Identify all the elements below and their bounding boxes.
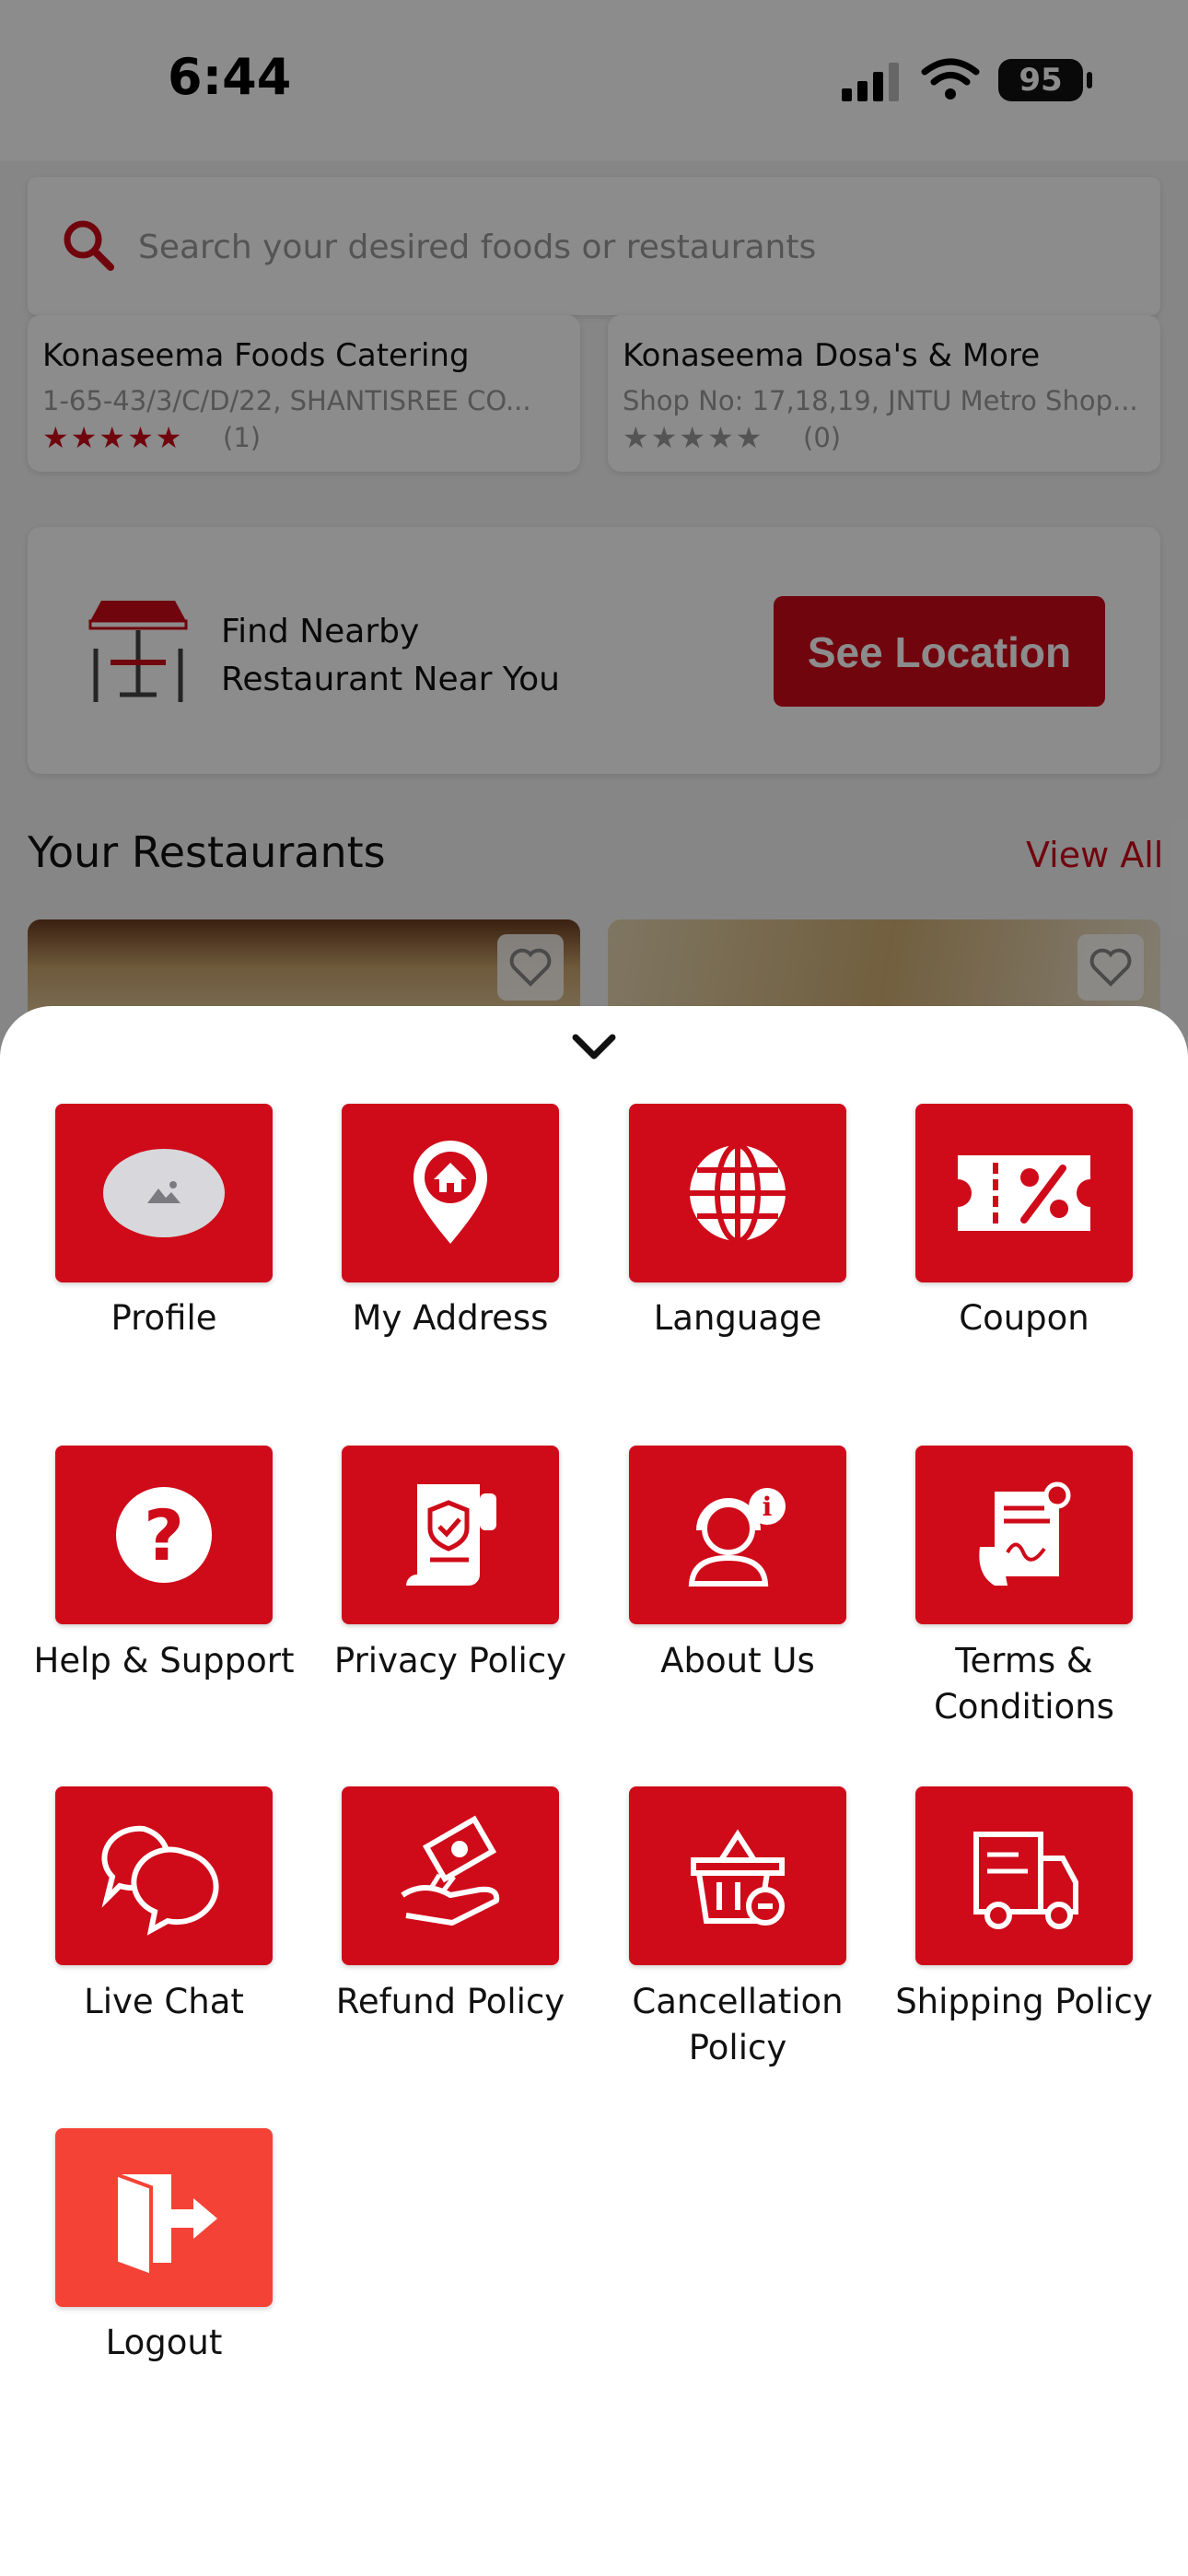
menu-tile-shipping-policy[interactable] xyxy=(915,1786,1133,1965)
chat-bubbles-icon xyxy=(101,1825,219,1936)
menu-tile-about-us[interactable]: i xyxy=(629,1446,846,1624)
menu-tile-help-support[interactable]: ? xyxy=(55,1446,273,1624)
menu-tile-my-address[interactable] xyxy=(342,1104,559,1282)
menu-label-line-1: Cancellation xyxy=(632,1982,844,2021)
menu-label: Live Chat xyxy=(84,1982,244,2021)
menu-label-line-2: Conditions xyxy=(934,1687,1114,1727)
menu-tile-profile[interactable] xyxy=(55,1104,273,1282)
menu-tile-live-chat[interactable] xyxy=(55,1786,273,1965)
menu-label: Refund Policy xyxy=(335,1982,565,2021)
logout-door-icon xyxy=(114,2172,217,2278)
menu-tile-privacy-policy[interactable] xyxy=(342,1446,559,1624)
menu-tile-cancellation-policy[interactable] xyxy=(629,1786,846,1965)
basket-cancel-icon xyxy=(691,1829,785,1926)
menu-tile-logout[interactable] xyxy=(55,2128,273,2307)
svg-text:?: ? xyxy=(144,1494,184,1576)
menu-label: My Address xyxy=(352,1298,549,1338)
menu-label: Shipping Policy xyxy=(895,1982,1153,2021)
menu-label: Logout xyxy=(105,2323,223,2362)
location-home-icon xyxy=(413,1141,487,1244)
chevron-down-icon[interactable] xyxy=(568,1030,620,1067)
menu-tile-terms-conditions[interactable] xyxy=(915,1446,1133,1624)
privacy-scroll-icon xyxy=(406,1484,496,1586)
coupon-icon xyxy=(958,1155,1090,1231)
svg-text:i: i xyxy=(763,1492,773,1522)
menu-label: Help & Support xyxy=(33,1641,295,1680)
profile-avatar-icon xyxy=(103,1149,225,1237)
menu-label: Terms & Conditions xyxy=(877,1638,1171,1730)
menu-label-line-1: Terms & xyxy=(955,1641,1093,1680)
menu-label-line-2: Policy xyxy=(688,2028,787,2067)
menu-tile-refund-policy[interactable] xyxy=(342,1786,559,1965)
question-icon: ? xyxy=(116,1487,212,1583)
menu-label: Cancellation Policy xyxy=(590,1979,885,2071)
globe-icon xyxy=(690,1142,786,1244)
truck-icon xyxy=(973,1832,1078,1929)
support-agent-icon: i xyxy=(688,1488,786,1587)
menu-tile-coupon[interactable] xyxy=(915,1104,1133,1282)
contract-icon xyxy=(979,1481,1071,1586)
menu-label: Profile xyxy=(111,1298,217,1338)
menu-label: Coupon xyxy=(959,1298,1089,1338)
menu-label: Language xyxy=(653,1298,822,1338)
menu-label: About Us xyxy=(660,1641,815,1680)
menu-label: Privacy Policy xyxy=(333,1641,567,1680)
menu-tile-language[interactable] xyxy=(629,1104,846,1282)
refund-hand-icon xyxy=(401,1815,500,1926)
